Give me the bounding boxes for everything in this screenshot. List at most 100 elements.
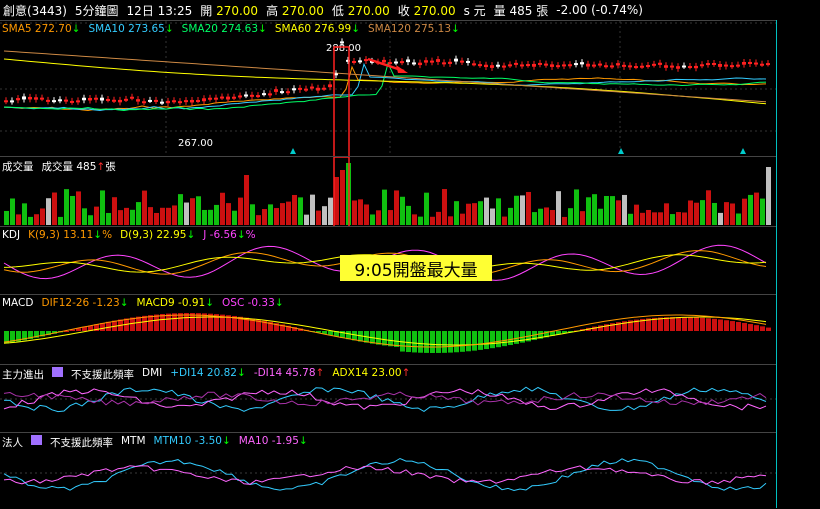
candle: [82, 97, 86, 101]
candle: [628, 65, 632, 68]
kdj-title: KDJ: [2, 229, 21, 241]
volume-bar: [766, 167, 771, 225]
dmi-mdi-label: -DI14 45.78↑: [253, 367, 325, 379]
annotation-label: 9:05開盤最大量: [340, 255, 492, 281]
volume-bar: [598, 208, 603, 225]
period-label[interactable]: 5分鐘圖: [75, 2, 119, 19]
dmi-panel[interactable]: 主力進出 不支援此頻率 DMI +DI14 20.82↓ -DI14 45.78…: [0, 364, 776, 432]
volume-bar: [628, 213, 633, 225]
candle: [658, 62, 662, 65]
volume-bar: [544, 207, 549, 225]
mtm-panel[interactable]: 法人 不支援此頻率 MTM MTM10 -3.50↓ MA10 -1.95↓: [0, 432, 776, 508]
volume-bar: [94, 206, 99, 225]
volume-bar: [82, 208, 87, 225]
volume-panel[interactable]: 成交量 成交量 485↑張: [0, 156, 776, 227]
change-value: -2.00 (-0.74%): [556, 3, 643, 17]
candle: [274, 89, 278, 92]
candle: [394, 61, 398, 64]
candle: [232, 96, 236, 99]
candle: [352, 61, 356, 63]
volume-bar: [160, 207, 165, 225]
volume-bar: [484, 197, 489, 225]
candle: [154, 99, 158, 102]
list-icon[interactable]: [52, 367, 63, 377]
candle: [412, 62, 416, 65]
candle: [760, 63, 764, 66]
macd-bar: [700, 317, 705, 331]
candle: [742, 61, 746, 65]
volume-bar: [280, 203, 285, 225]
macd-bar: [178, 313, 183, 331]
dmi-name: DMI: [142, 367, 163, 379]
volume-bar: [322, 206, 327, 225]
low-value: 270.00: [347, 3, 390, 18]
macd-bar: [184, 313, 189, 331]
candle: [718, 63, 722, 67]
volume-bar: [568, 208, 573, 225]
volume-bar: [748, 194, 753, 225]
volume-bar: [448, 216, 453, 225]
candle: [706, 63, 710, 66]
macd-title: MACD: [2, 297, 34, 309]
macd-bar: [502, 331, 507, 347]
mtm-legend: 法人 不支援此頻率 MTM MTM10 -3.50↓ MA10 -1.95↓: [2, 435, 308, 450]
candle: [214, 97, 218, 100]
macd-bar: [766, 327, 771, 331]
macd-bar: [664, 317, 669, 331]
macd-bar: [418, 331, 423, 353]
volume-bar: [652, 212, 657, 225]
candle: [766, 63, 770, 66]
macd-bar: [190, 313, 195, 331]
candle: [202, 98, 206, 102]
close-value: 270.00: [413, 3, 456, 18]
candle: [532, 63, 536, 67]
price-panel[interactable]: SMA5 272.70↓ SMA10 273.65↓ SMA20 274.63↓…: [0, 20, 776, 157]
candle: [226, 96, 230, 100]
candle: [466, 60, 470, 63]
candle: [490, 65, 494, 68]
volume-bar: [514, 195, 519, 225]
volume-bar: [118, 210, 123, 225]
candle: [70, 100, 74, 103]
candle: [730, 65, 734, 68]
volume-bar: [586, 197, 591, 225]
macd-panel[interactable]: MACD DIF12-26 -1.23↓ MACD9 -0.91↓ OSC -0…: [0, 294, 776, 364]
candle: [700, 64, 704, 67]
candle: [604, 65, 608, 68]
mtm-title[interactable]: 法人: [2, 435, 23, 450]
macd-bar: [460, 331, 465, 352]
candle: [754, 62, 758, 65]
volume-bar: [688, 200, 693, 225]
dmi-title[interactable]: 主力進出: [2, 367, 44, 382]
volume-bar: [754, 192, 759, 225]
candle: [262, 93, 266, 96]
volume-bar: [454, 201, 459, 225]
list-icon[interactable]: [31, 435, 42, 445]
volume-title: 成交量: [2, 161, 34, 173]
volume-bar: [202, 209, 207, 225]
macd-osc-label: OSC -0.33↓: [222, 297, 284, 309]
candle: [256, 95, 260, 98]
volume-bar: [490, 208, 495, 225]
volume-bar: [472, 203, 477, 225]
macd-bar: [388, 331, 393, 347]
candle: [304, 88, 308, 91]
candle: [622, 64, 626, 67]
macd-bar: [490, 331, 495, 349]
volume-bar: [370, 214, 375, 225]
sma120-line: [3, 50, 767, 103]
candle: [88, 97, 92, 101]
volume-bar: [724, 202, 729, 225]
mtm-unsupported: 不支援此頻率: [50, 437, 113, 449]
candle: [424, 60, 428, 63]
stock-name[interactable]: 創意(3443): [3, 2, 67, 19]
price-high-mark: 288.00: [326, 43, 361, 54]
candle: [316, 87, 320, 91]
candle: [646, 65, 650, 68]
volume-bar: [214, 204, 219, 225]
sma20-label: SMA20 274.63↓: [181, 23, 267, 35]
volume-chart: [4, 157, 771, 227]
volume-value: 485: [509, 3, 533, 18]
macd-legend: MACD DIF12-26 -1.23↓ MACD9 -0.91↓ OSC -0…: [2, 297, 284, 309]
macd-bar: [682, 317, 687, 331]
